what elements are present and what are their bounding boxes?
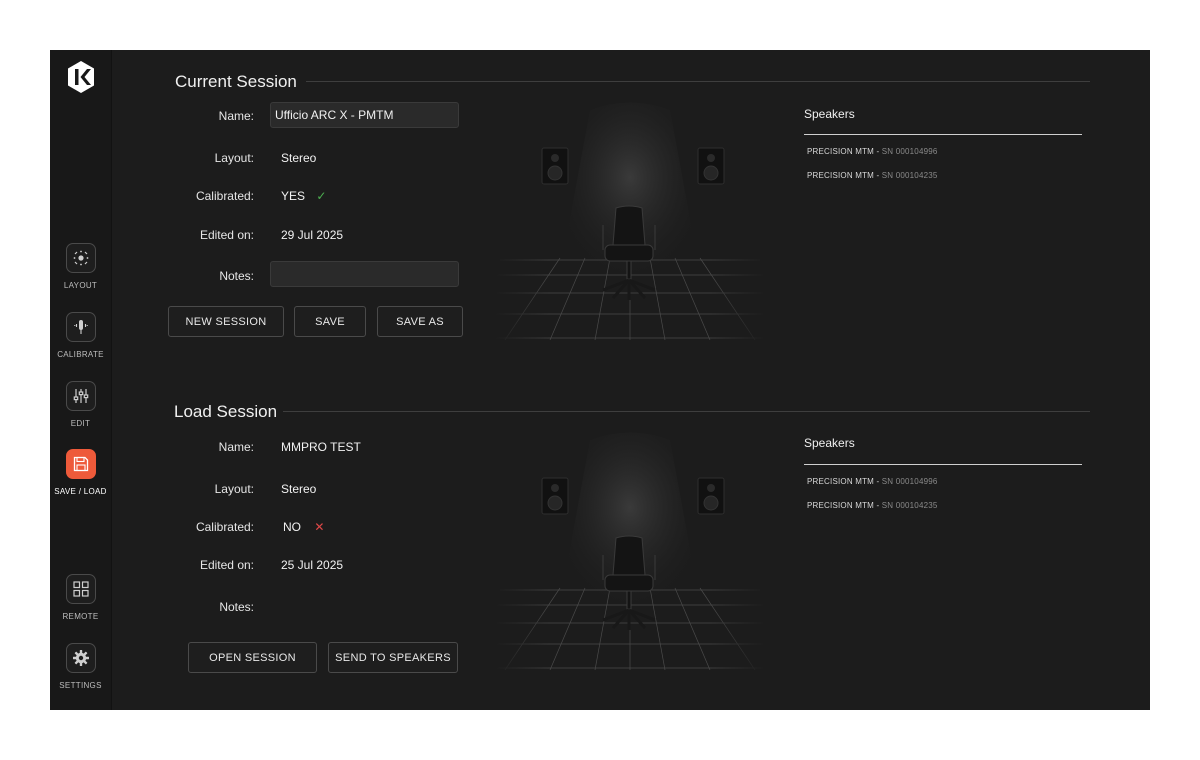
current-speakers-divider xyxy=(804,134,1082,135)
current-layout-label: Layout: xyxy=(214,151,254,165)
nav-edit-label: EDIT xyxy=(70,419,91,428)
load-layout-label: Layout: xyxy=(214,482,254,496)
load-edited-value: 25 Jul 2025 xyxy=(281,558,344,572)
speaker-serial: SN 000104996 xyxy=(881,477,938,486)
microphone-icon xyxy=(65,312,96,342)
sliders-icon xyxy=(65,381,96,411)
current-layout-value: Stereo xyxy=(281,151,317,165)
speaker-model: PRECISION MTM xyxy=(807,171,875,180)
current-calibrated-value: YES ✓ xyxy=(281,189,326,203)
ik-logo-icon xyxy=(68,61,94,93)
nav-save-load[interactable]: SAVE / LOAD xyxy=(50,449,111,496)
current-speaker-item[interactable]: PRECISION MTM - SN 000104996 xyxy=(807,147,938,156)
load-calibrated-text: NO xyxy=(283,520,301,534)
speaker-left xyxy=(541,477,569,515)
nav-layout[interactable]: LAYOUT xyxy=(50,243,111,290)
nav-remote-label: REMOTE xyxy=(62,612,99,621)
nav-calibrate[interactable]: CALIBRATE xyxy=(50,312,111,359)
nav-settings-label: SETTINGS xyxy=(59,681,102,690)
load-session-title: Load Session xyxy=(174,402,278,421)
layout-icon xyxy=(65,243,96,273)
current-notes-label: Notes: xyxy=(219,269,254,283)
nav-calibrate-label: CALIBRATE xyxy=(57,350,104,359)
load-layout-value: Stereo xyxy=(281,482,317,496)
save-icon xyxy=(65,449,96,479)
speaker-model: PRECISION MTM xyxy=(807,147,875,156)
current-calibrated-label: Calibrated: xyxy=(195,189,254,203)
current-room-scene xyxy=(495,100,765,340)
load-calibrated-label: Calibrated: xyxy=(195,520,254,534)
current-edited-label: Edited on: xyxy=(199,228,254,242)
speaker-model: PRECISION MTM xyxy=(807,501,875,510)
current-speakers-title: Speakers xyxy=(804,107,855,121)
load-speakers-divider xyxy=(804,464,1082,465)
speaker-model: PRECISION MTM xyxy=(807,477,875,486)
current-notes-input[interactable] xyxy=(270,261,459,287)
save-as-button[interactable]: SAVE AS xyxy=(377,306,463,337)
cross-icon: ✕ xyxy=(314,520,325,534)
current-name-input[interactable] xyxy=(270,102,459,128)
load-speakers-title: Speakers xyxy=(804,436,855,450)
current-speaker-item[interactable]: PRECISION MTM - SN 000104235 xyxy=(807,171,938,180)
load-name-value: MMPRO TEST xyxy=(281,440,361,454)
speaker-separator: - xyxy=(874,147,882,156)
send-to-speakers-button[interactable]: SEND TO SPEAKERS xyxy=(328,642,458,673)
sidebar: LAYOUT CALIBRATE EDIT SAVE / LOAD REMOTE… xyxy=(50,50,112,710)
speaker-separator: - xyxy=(874,171,882,180)
nav-save-load-label: SAVE / LOAD xyxy=(54,487,107,496)
load-speaker-item[interactable]: PRECISION MTM - SN 000104996 xyxy=(807,477,938,486)
speaker-right xyxy=(697,147,725,185)
current-calibrated-text: YES xyxy=(281,189,306,203)
speaker-serial: SN 000104996 xyxy=(881,147,938,156)
load-notes-label: Notes: xyxy=(219,600,254,614)
current-edited-value: 29 Jul 2025 xyxy=(281,228,344,242)
nav-settings[interactable]: SETTINGS xyxy=(50,643,111,690)
load-calibrated-value: NO ✕ xyxy=(283,520,324,534)
load-edited-label: Edited on: xyxy=(199,558,254,572)
load-session-divider xyxy=(283,411,1090,412)
speaker-serial: SN 000104235 xyxy=(881,171,938,180)
new-session-button[interactable]: NEW SESSION xyxy=(168,306,284,337)
load-name-label: Name: xyxy=(218,440,254,454)
nav-remote[interactable]: REMOTE xyxy=(50,574,111,621)
nav-edit[interactable]: EDIT xyxy=(50,381,111,428)
speaker-left xyxy=(541,147,569,185)
load-room-scene xyxy=(495,430,765,670)
current-session-title: Current Session xyxy=(175,72,297,91)
grid-icon xyxy=(65,574,96,604)
current-session-divider xyxy=(306,81,1090,82)
app-window: LAYOUT CALIBRATE EDIT SAVE / LOAD REMOTE… xyxy=(50,50,1150,710)
check-icon: ✓ xyxy=(316,189,327,203)
speaker-serial: SN 000104235 xyxy=(881,501,938,510)
speaker-separator: - xyxy=(874,501,882,510)
open-session-button[interactable]: OPEN SESSION xyxy=(188,642,317,673)
save-button[interactable]: SAVE xyxy=(294,306,366,337)
speaker-separator: - xyxy=(874,477,882,486)
load-speaker-item[interactable]: PRECISION MTM - SN 000104235 xyxy=(807,501,938,510)
speaker-right xyxy=(697,477,725,515)
nav-layout-label: LAYOUT xyxy=(63,281,98,290)
current-name-label: Name: xyxy=(218,109,254,123)
gear-icon xyxy=(65,643,96,673)
